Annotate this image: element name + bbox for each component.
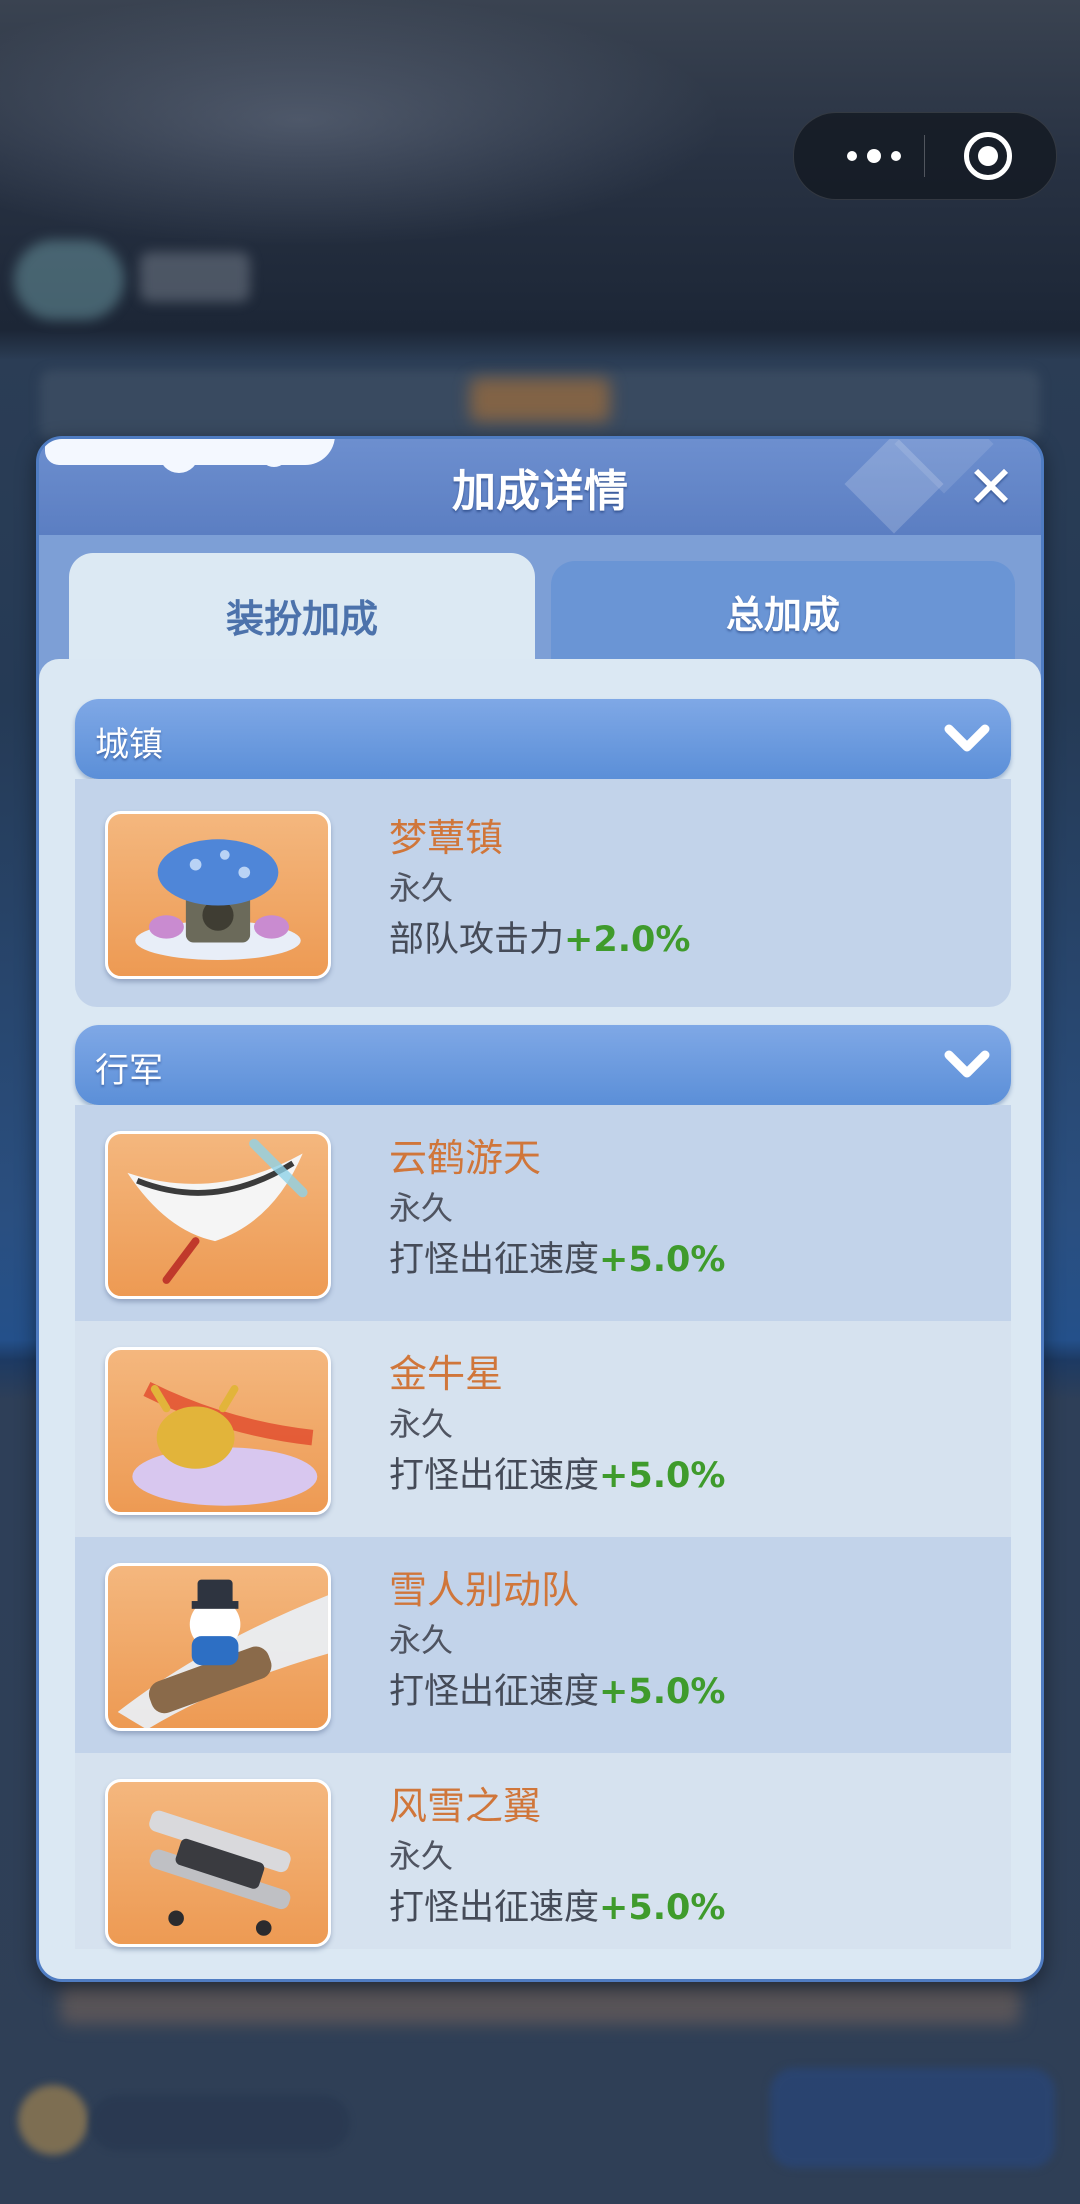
item-duration: 永久 — [389, 1189, 454, 1227]
blurred-action-button — [770, 2068, 1055, 2168]
bonus-details-modal: 加成详情 ✕ 装扮加成 总加成 城镇 梦蕈镇 永久 部队攻击力+2.0% 行军 … — [36, 436, 1044, 1982]
list-item[interactable]: 风雪之翼 永久 打怪出征速度+5.0% — [75, 1753, 1011, 1949]
dot-icon — [891, 151, 901, 161]
modal-header: 加成详情 ✕ — [39, 439, 1041, 535]
chevron-down-icon — [944, 724, 990, 752]
item-name: 云鹤游天 — [389, 1136, 542, 1180]
target-dot-icon — [978, 146, 998, 166]
section-header-town[interactable]: 城镇 — [75, 699, 1011, 779]
tab-total-bonus[interactable]: 总加成 — [551, 561, 1015, 661]
modal-title: 加成详情 — [452, 466, 628, 517]
modal-content: 城镇 梦蕈镇 永久 部队攻击力+2.0% 行军 云鹤游天 永久 打怪出征速度+5… — [39, 659, 1041, 1979]
item-effect: 打怪出征速度+5.0% — [389, 1231, 725, 1282]
blurred-header-text — [140, 252, 250, 302]
item-effect: 打怪出征速度+5.0% — [389, 1879, 725, 1930]
item-effect: 打怪出征速度+5.0% — [389, 1663, 725, 1714]
crane-icon — [105, 1131, 331, 1299]
snowman-icon — [105, 1563, 331, 1731]
section-body-march: 云鹤游天 永久 打怪出征速度+5.0% 金牛星 永久 打怪出征速度+5.0% 雪… — [75, 1105, 1011, 1965]
close-button[interactable]: ✕ — [963, 458, 1019, 516]
item-name: 雪人别动队 — [389, 1568, 580, 1612]
list-item[interactable]: 雪人别动队 永久 打怪出征速度+5.0% — [75, 1537, 1011, 1753]
section-header-march[interactable]: 行军 — [75, 1025, 1011, 1105]
blurred-coin-icon — [18, 2085, 88, 2155]
blurred-orange-label — [470, 378, 610, 422]
effect-value: +2.0% — [564, 920, 691, 960]
item-name: 风雪之翼 — [389, 1784, 542, 1828]
section-body-town: 梦蕈镇 永久 部队攻击力+2.0% — [75, 779, 1011, 1007]
item-duration: 永久 — [389, 1621, 454, 1659]
more-menu-button[interactable] — [824, 113, 924, 199]
blurred-bottom-bar — [60, 1985, 1020, 2025]
effect-value: +5.0% — [599, 1888, 726, 1928]
section-label: 城镇 — [95, 725, 163, 765]
miniprogram-capsule — [793, 112, 1057, 200]
list-item[interactable]: 金牛星 永久 打怪出征速度+5.0% — [75, 1321, 1011, 1537]
effect-label: 部队攻击力 — [389, 920, 565, 960]
mushroom-town-icon — [105, 811, 331, 979]
dot-icon — [867, 149, 881, 163]
effect-label: 打怪出征速度 — [389, 1456, 600, 1496]
effect-value: +5.0% — [599, 1240, 726, 1280]
golden-bull-icon — [105, 1347, 331, 1515]
item-effect: 部队攻击力+2.0% — [389, 911, 690, 962]
blurred-back-button — [14, 240, 124, 320]
effect-label: 打怪出征速度 — [389, 1672, 600, 1712]
item-duration: 永久 — [389, 1405, 454, 1443]
blurred-pill — [90, 2095, 350, 2151]
item-name: 金牛星 — [389, 1352, 504, 1396]
capsule-divider — [924, 135, 925, 177]
dot-icon — [847, 151, 857, 161]
item-effect: 打怪出征速度+5.0% — [389, 1447, 725, 1498]
effect-value: +5.0% — [599, 1456, 726, 1496]
effect-label: 打怪出征速度 — [389, 1888, 600, 1928]
list-item[interactable]: 云鹤游天 永久 打怪出征速度+5.0% — [75, 1105, 1011, 1321]
effect-value: +5.0% — [599, 1672, 726, 1712]
effect-label: 打怪出征速度 — [389, 1240, 600, 1280]
item-duration: 永久 — [389, 1837, 454, 1875]
item-duration: 永久 — [389, 869, 454, 907]
list-item[interactable]: 梦蕈镇 永久 部队攻击力+2.0% — [75, 785, 1011, 1001]
chevron-down-icon — [944, 1050, 990, 1078]
item-name: 梦蕈镇 — [389, 816, 504, 860]
section-label: 行军 — [95, 1051, 163, 1091]
exit-miniprogram-button[interactable] — [964, 132, 1012, 180]
snow-plane-icon — [105, 1779, 331, 1947]
